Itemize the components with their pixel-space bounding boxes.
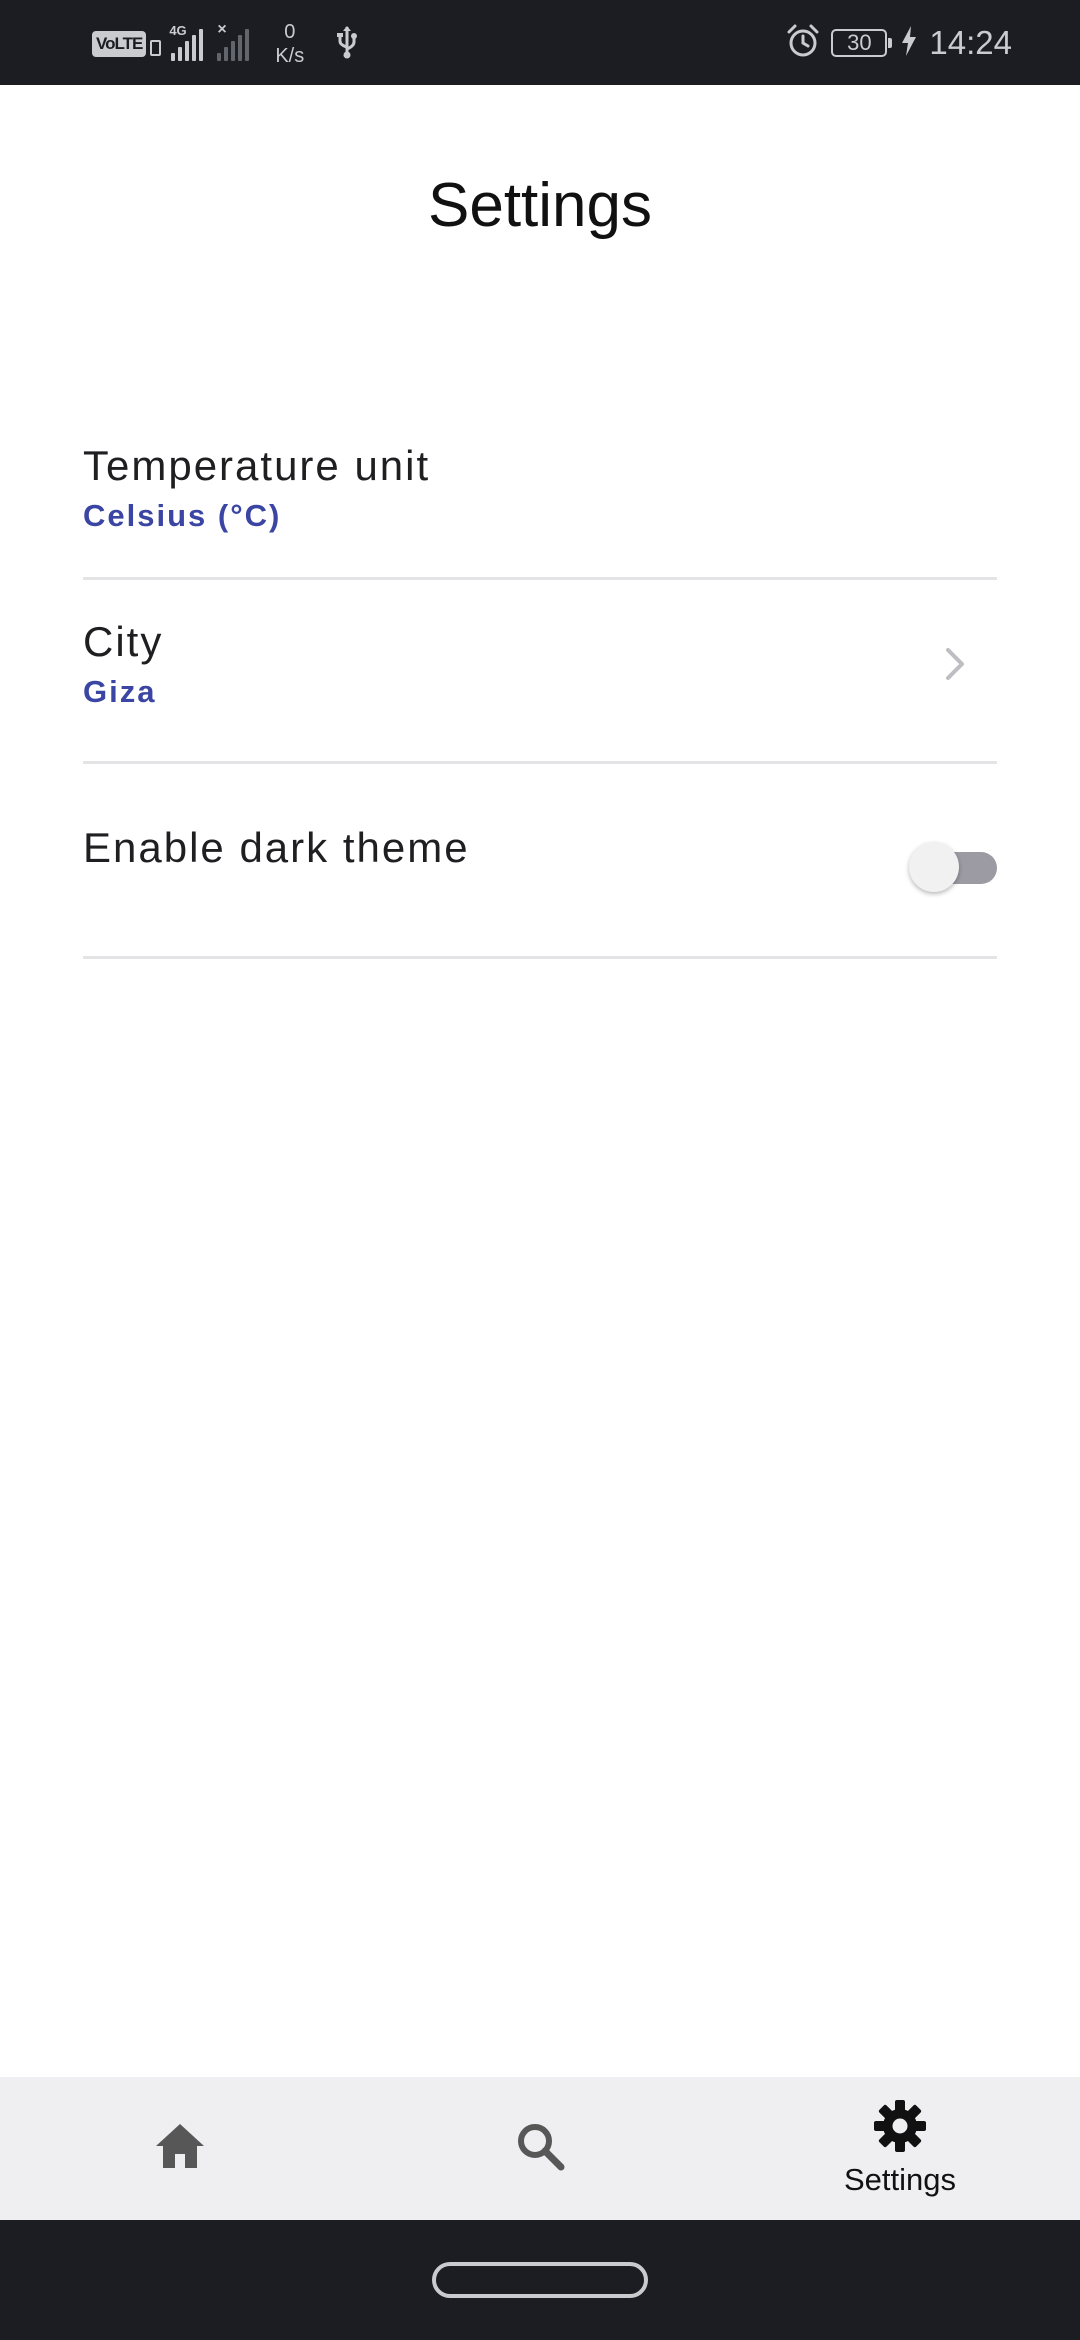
setting-title: Temperature unit [83,442,431,489]
setting-value: Giza [83,674,157,709]
page-title: Settings [427,171,653,240]
charging-icon [901,25,917,61]
dark-theme-toggle[interactable] [909,838,997,892]
setting-temperature-unit[interactable]: Temperature unit Celsius (°C) [83,412,997,580]
network-speed-unit: K/s [275,45,305,67]
network-speed: 0 K/s [275,20,304,68]
status-right: 30 14:24 [785,18,1012,68]
nav-label-settings: Settings [843,2162,956,2197]
setting-title: City [83,618,164,665]
home-gesture-pill[interactable] [432,2262,648,2298]
alarm-icon [785,23,821,64]
network-type-label: 4G [169,23,187,38]
toggle-thumb [909,842,959,892]
battery-level: 30 [847,30,872,55]
chevron-right-icon [943,646,967,687]
setting-dark-theme[interactable]: Enable dark theme [83,764,997,959]
setting-city[interactable]: City Giza [83,580,997,764]
nav-item-settings[interactable]: Settings [750,2077,1050,2220]
sim-icon [150,40,162,56]
status-bar: VoLTE 4G × 0 K/s 30 14:24 [0,0,1080,85]
volte-badge: VoLTE [92,31,147,57]
home-icon [154,2122,206,2175]
setting-value: Celsius (°C) [83,498,282,533]
system-navigation-bar [0,2220,1080,2340]
battery-icon: 30 [831,29,893,57]
nav-item-home[interactable] [30,2077,330,2220]
signal-icon: 4G [169,23,204,61]
no-signal-mark-icon: × [217,21,227,38]
settings-list: Temperature unit Celsius (°C) City Giza … [83,412,997,959]
status-clock: 14:24 [929,24,1012,61]
network-speed-value: 0 [284,21,296,43]
signal-secondary-icon: × [217,21,250,61]
bottom-navigation: Settings [0,2077,1080,2220]
usb-icon [336,25,358,64]
setting-title: Enable dark theme [83,824,470,871]
search-icon [515,2121,565,2176]
gear-icon [873,2099,927,2158]
status-left: VoLTE 4G × 0 K/s [92,20,358,68]
nav-item-search[interactable] [390,2077,690,2220]
